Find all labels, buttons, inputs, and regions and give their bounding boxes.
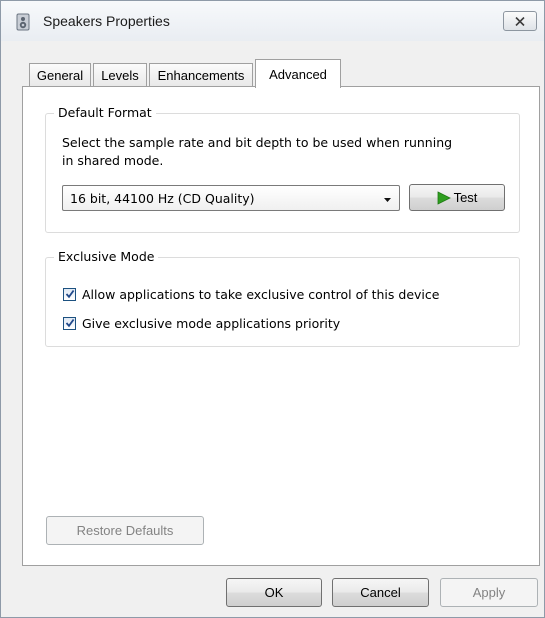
exclusive-control-option[interactable]: Allow applications to take exclusive con… — [63, 287, 439, 302]
exclusive-control-label: Allow applications to take exclusive con… — [82, 287, 440, 302]
tab-general[interactable]: General — [29, 63, 91, 87]
window-title: Speakers Properties — [43, 13, 170, 29]
default-format-group: Default Format Select the sample rate an… — [45, 105, 520, 233]
advanced-tab-panel: Default Format Select the sample rate an… — [22, 86, 540, 566]
apply-button[interactable]: Apply — [440, 578, 538, 607]
tab-label: Enhancements — [157, 68, 245, 83]
description-line-2: in shared mode. — [62, 153, 164, 168]
tab-label: General — [36, 68, 84, 83]
tab-label: Advanced — [269, 66, 327, 82]
tab-levels[interactable]: Levels — [93, 63, 147, 87]
ok-button[interactable]: OK — [226, 578, 322, 607]
apply-label: Apply — [472, 585, 506, 600]
sample-rate-dropdown[interactable]: 16 bit, 44100 Hz (CD Quality) — [62, 185, 400, 211]
check-icon — [65, 289, 75, 299]
ok-label: OK — [264, 585, 284, 600]
speakers-properties-dialog: Speakers Properties General Levels Enhan… — [0, 0, 545, 618]
restore-defaults-label: Restore Defaults — [76, 523, 174, 538]
exclusive-mode-title: Exclusive Mode — [54, 249, 159, 264]
test-button[interactable]: Test — [409, 184, 505, 211]
restore-defaults-button[interactable]: Restore Defaults — [46, 516, 204, 545]
speaker-icon — [14, 13, 32, 31]
tab-label: Levels — [101, 68, 139, 83]
cancel-label: Cancel — [360, 585, 401, 600]
default-format-description: Select the sample rate and bit depth to … — [62, 134, 452, 170]
play-icon — [437, 190, 451, 205]
exclusive-priority-option[interactable]: Give exclusive mode applications priorit… — [63, 316, 340, 331]
exclusive-control-checkbox[interactable] — [63, 288, 76, 301]
close-button[interactable] — [503, 11, 537, 31]
exclusive-priority-checkbox[interactable] — [63, 317, 76, 330]
close-icon — [515, 16, 525, 26]
selected-format: 16 bit, 44100 Hz (CD Quality) — [70, 191, 255, 206]
exclusive-priority-label: Give exclusive mode applications priorit… — [82, 316, 341, 331]
cancel-button[interactable]: Cancel — [332, 578, 429, 607]
test-label: Test — [453, 190, 478, 205]
tab-enhancements[interactable]: Enhancements — [149, 63, 253, 87]
exclusive-mode-group: Exclusive Mode Allow applications to tak… — [45, 249, 520, 347]
title-bar[interactable]: Speakers Properties — [1, 1, 544, 41]
chevron-down-icon — [383, 192, 392, 207]
default-format-title: Default Format — [54, 105, 156, 120]
description-line-1: Select the sample rate and bit depth to … — [62, 135, 453, 150]
tab-advanced[interactable]: Advanced — [255, 59, 341, 88]
check-icon — [65, 318, 75, 328]
